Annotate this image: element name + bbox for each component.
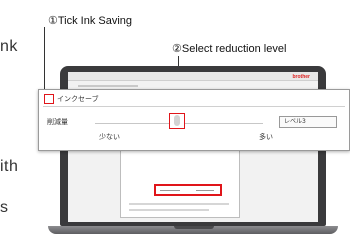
ink-save-checkbox[interactable] — [44, 94, 54, 104]
ink-save-label: インクセーブ — [57, 95, 99, 103]
ink-save-zoom-panel: インクセーブ 削減量 少ない 多い レベル3 — [38, 89, 350, 151]
callout-step-1: ①Tick Ink Saving — [48, 15, 133, 27]
reduction-level-select[interactable]: レベル3 — [279, 116, 337, 128]
dialog-row — [129, 203, 229, 205]
dialog-row — [129, 209, 209, 211]
slider-high-label: 多い — [259, 133, 273, 141]
callout-step-2: ②Select reduction level — [172, 43, 287, 55]
reduction-level-label: 削減量 — [47, 118, 68, 126]
body-text-fragment-1: nk — [0, 38, 18, 55]
highlight-inner-line — [196, 190, 214, 191]
brand-logo: brother — [292, 74, 311, 80]
callout-step-1-leader — [44, 27, 45, 89]
panel-divider — [43, 106, 345, 107]
reduction-slider-highlight[interactable] — [169, 113, 185, 129]
body-text-fragment-3: s — [0, 199, 9, 216]
reduction-slider-thumb[interactable] — [174, 115, 180, 126]
screen-menu-line — [78, 85, 138, 87]
laptop-base-notch — [174, 226, 214, 229]
body-text-fragment-2: ith — [0, 158, 19, 175]
slider-low-label: 少ない — [99, 133, 120, 141]
highlight-inner-line — [160, 190, 180, 191]
screen-toolbar: brother — [68, 72, 318, 81]
ok-area-highlight — [154, 184, 222, 196]
